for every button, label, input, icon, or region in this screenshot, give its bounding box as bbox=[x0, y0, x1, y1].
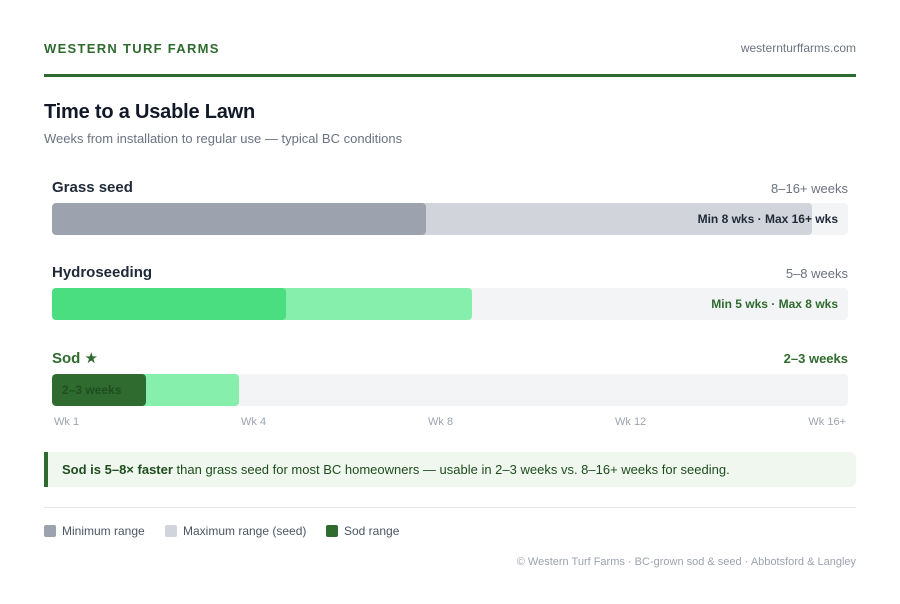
legend-label: Minimum range bbox=[62, 524, 145, 538]
bar-track-hydroseeding: Min 5 wks · Max 8 wks bbox=[52, 288, 848, 320]
row-label-hydroseeding: Hydroseeding bbox=[52, 264, 153, 281]
callout-strong: Sod is 5–8× faster bbox=[62, 462, 173, 477]
bar-min-grass-seed bbox=[52, 203, 426, 235]
callout-text: Sod is 5–8× faster than grass seed for m… bbox=[62, 462, 730, 477]
bar-text-sod: 2–3 weeks bbox=[62, 383, 122, 397]
bar-text-hydroseeding: Min 5 wks · Max 8 wks bbox=[711, 297, 838, 311]
header: WESTERN TURF FARMS westernturffarms.com bbox=[44, 40, 856, 77]
legend-label: Sod range bbox=[344, 524, 400, 538]
callout: Sod is 5–8× faster than grass seed for m… bbox=[44, 452, 856, 487]
axis-tick-label: Wk 4 bbox=[241, 416, 267, 428]
site-url[interactable]: westernturffarms.com bbox=[741, 41, 856, 55]
legend-swatch bbox=[326, 525, 338, 537]
row-label-sod: Sod ★ bbox=[52, 350, 98, 367]
chart-subtitle: Weeks from installation to regular use —… bbox=[44, 131, 403, 146]
legend-swatch bbox=[44, 525, 56, 537]
bar-track-sod: 2–3 weeks bbox=[52, 374, 848, 406]
callout-rest: than grass seed for most BC homeowners —… bbox=[172, 462, 730, 477]
row-range-grass-seed: 8–16+ weeks bbox=[771, 181, 848, 196]
bar-min-hydroseeding bbox=[52, 288, 286, 320]
row-label-grass-seed: Grass seed bbox=[52, 179, 133, 196]
legend-label: Maximum range (seed) bbox=[183, 524, 307, 538]
axis-tick-label: Wk 8 bbox=[428, 416, 454, 428]
axis-tick-label: Wk 16+ bbox=[808, 416, 846, 428]
axis-tick-label: Wk 12 bbox=[615, 416, 647, 428]
bar-text-grass-seed: Min 8 wks · Max 16+ wks bbox=[697, 212, 838, 226]
chart-title: Time to a Usable Lawn bbox=[44, 101, 256, 123]
row-range-sod: 2–3 weeks bbox=[783, 351, 848, 366]
axis-tick-label: Wk 1 bbox=[54, 416, 80, 428]
row-range-hydroseeding: 5–8 weeks bbox=[785, 266, 848, 281]
bar-track-grass-seed: Min 8 wks · Max 16+ wks bbox=[52, 203, 848, 235]
legend-swatch bbox=[165, 525, 177, 537]
footer-text: © Western Turf Farms · BC-grown sod & se… bbox=[516, 556, 856, 568]
brand-name: WESTERN TURF FARMS bbox=[44, 41, 220, 56]
divider bbox=[44, 507, 856, 508]
